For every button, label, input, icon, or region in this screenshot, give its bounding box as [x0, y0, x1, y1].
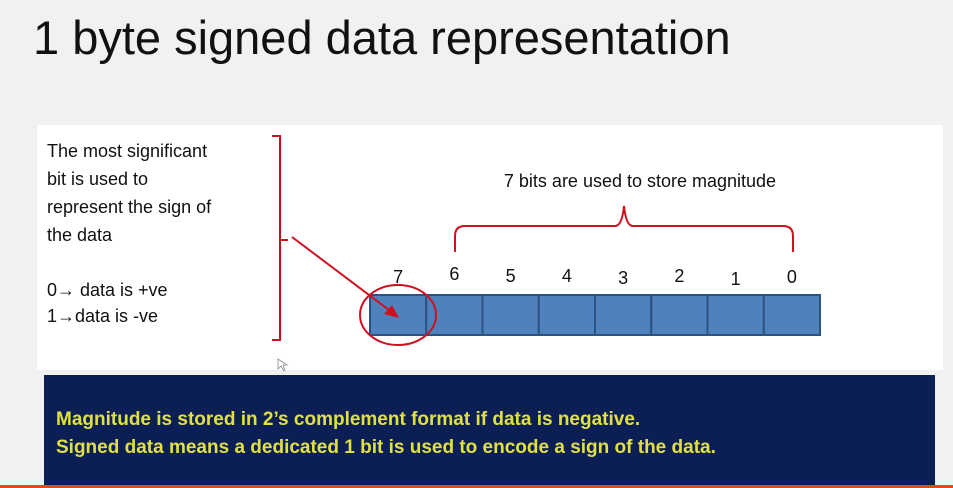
bit-label-3: 3	[618, 268, 628, 288]
bit-label-2: 2	[674, 266, 684, 286]
left-bracket	[272, 135, 288, 341]
bit-cell-3	[594, 294, 653, 336]
bit-cell-0	[762, 294, 821, 336]
bit-label-1: 1	[731, 269, 741, 289]
bit-label-7: 7	[393, 267, 403, 287]
bit-label-0: 0	[787, 267, 797, 287]
bit-cell-2	[650, 294, 709, 336]
bit-labels: 7 6 5 4 3 2 1 0	[393, 264, 797, 289]
note-box: Magnitude is stored in 2’s complement fo…	[44, 375, 935, 488]
magnitude-label: 7 bits are used to store magnitude	[504, 171, 776, 191]
bit-label-6: 6	[449, 264, 459, 284]
bit-cell-5	[481, 294, 540, 336]
arrow-line	[291, 236, 394, 314]
bit-cell-4	[537, 294, 596, 336]
magnitude-brace	[454, 205, 794, 252]
bit-cells	[369, 294, 821, 336]
note-line: Signed data means a dedicated 1 bit is u…	[56, 437, 716, 458]
bit-cell-1	[706, 294, 765, 336]
bit-label-5: 5	[506, 266, 516, 286]
bit-label-4: 4	[562, 266, 572, 286]
note-line: Magnitude is stored in 2’s complement fo…	[56, 409, 641, 430]
mouse-cursor-icon	[277, 358, 289, 372]
bit-cell-6	[425, 294, 484, 336]
